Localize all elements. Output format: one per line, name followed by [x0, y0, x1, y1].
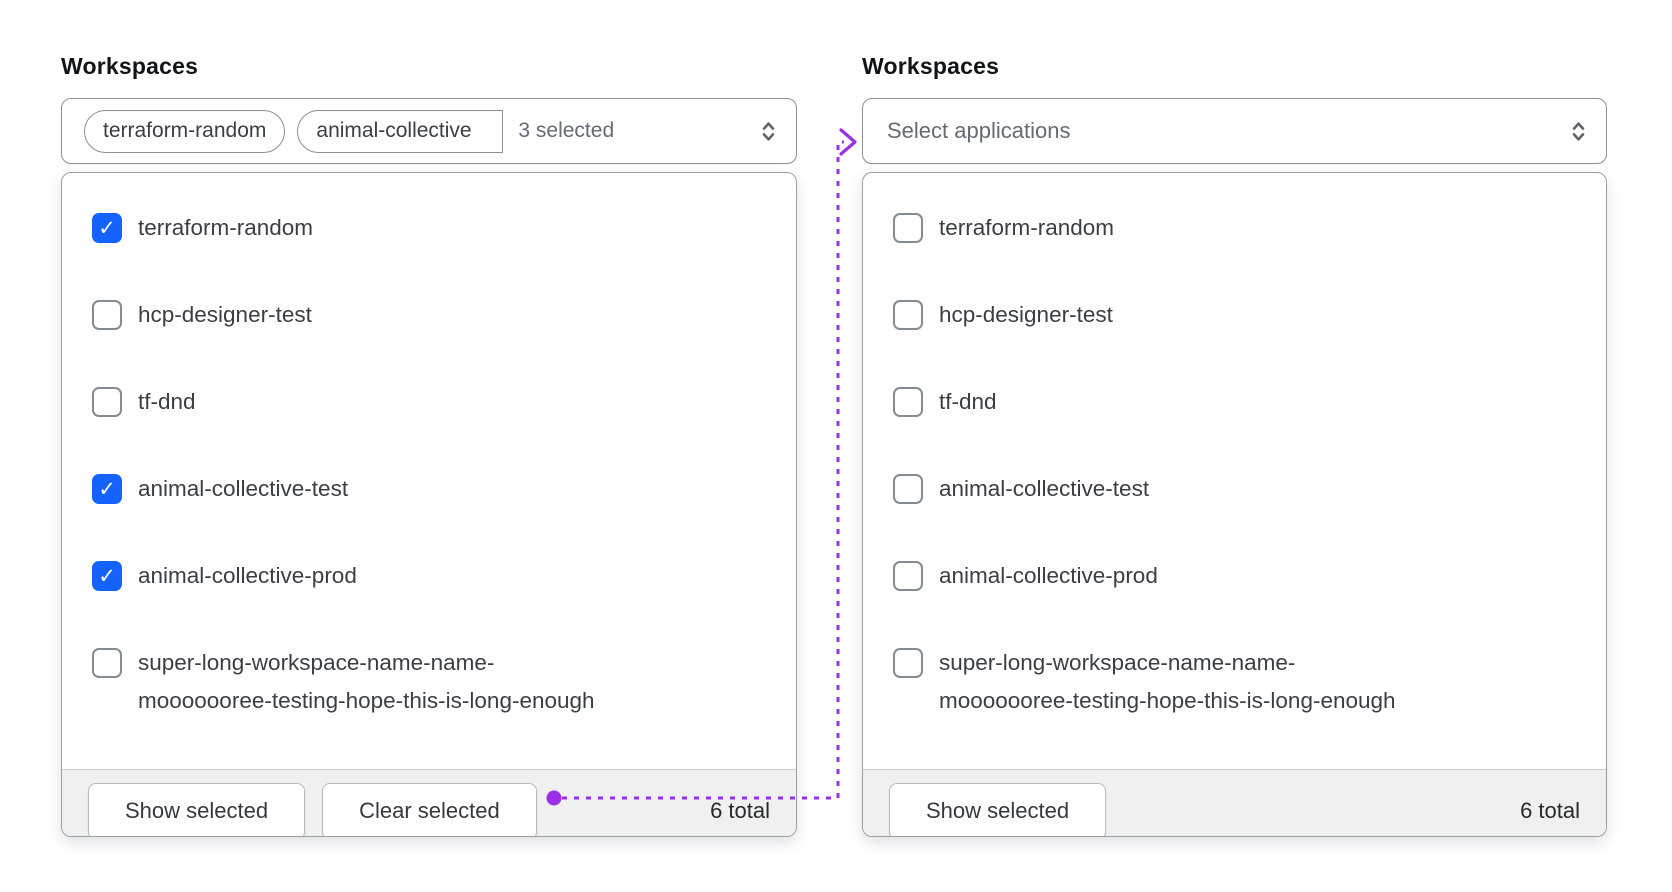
- option-label: super-long-workspace-name-name- moooooor…: [138, 644, 595, 720]
- workspaces-label: Workspaces: [61, 53, 199, 79]
- option-row[interactable]: super-long-workspace-name-name- moooooor…: [893, 644, 1578, 720]
- option-label: hcp-designer-test: [939, 302, 1113, 327]
- checkbox[interactable]: [893, 213, 923, 243]
- checkbox[interactable]: [92, 561, 122, 591]
- option-row[interactable]: animal-collective-test: [92, 470, 768, 508]
- option-label: super-long-workspace-name-name- moooooor…: [939, 644, 1396, 720]
- page-canvas: Workspaces terraform-random animal-colle…: [0, 0, 1672, 892]
- option-label: animal-collective-test: [939, 476, 1150, 501]
- checkbox[interactable]: [893, 387, 923, 417]
- right-multiselect-trigger[interactable]: Select applications: [862, 98, 1607, 164]
- multiselect-demos: Workspaces terraform-random animal-colle…: [61, 52, 1607, 837]
- right-options-list: terraform-random hcp-designer-test tf-dn…: [863, 173, 1606, 769]
- chevron-up-down-icon: [755, 118, 782, 145]
- option-row[interactable]: terraform-random: [92, 209, 768, 247]
- clear-selected-button[interactable]: Clear selected: [322, 782, 537, 836]
- option-row[interactable]: tf-dnd: [893, 383, 1578, 421]
- option-row[interactable]: hcp-designer-test: [92, 296, 768, 334]
- option-label: terraform-random: [939, 215, 1115, 240]
- checkbox[interactable]: [92, 474, 122, 504]
- checkbox[interactable]: [893, 561, 923, 591]
- checkbox[interactable]: [92, 387, 122, 417]
- tag-pill-animal-collective-truncated[interactable]: animal-collective: [297, 109, 504, 153]
- option-label-line1: super-long-workspace-name-name-: [939, 650, 1296, 675]
- checkbox[interactable]: [92, 213, 122, 243]
- total-count: 6 total: [1520, 798, 1580, 823]
- option-label: hcp-designer-test: [138, 302, 312, 327]
- option-row[interactable]: animal-collective-prod: [92, 557, 768, 595]
- option-label: tf-dnd: [939, 389, 997, 414]
- left-options-listbox: terraform-random hcp-designer-test tf-dn…: [61, 172, 797, 837]
- option-row[interactable]: hcp-designer-test: [893, 296, 1578, 334]
- left-multiselect-trigger[interactable]: terraform-random animal-collective 3 sel…: [61, 98, 797, 164]
- right-multiselect: Workspaces Select applications terraform…: [862, 52, 1607, 837]
- option-label: animal-collective-prod: [138, 563, 357, 588]
- chevron-up-down-icon: [1565, 118, 1592, 145]
- option-row[interactable]: animal-collective-test: [893, 470, 1578, 508]
- selected-count: 3 selected: [518, 119, 615, 142]
- right-options-listbox: terraform-random hcp-designer-test tf-dn…: [862, 172, 1607, 837]
- workspaces-label: Workspaces: [862, 53, 1000, 79]
- left-multiselect: Workspaces terraform-random animal-colle…: [61, 52, 797, 837]
- checkbox[interactable]: [893, 648, 923, 678]
- checkbox[interactable]: [893, 300, 923, 330]
- left-options-list: terraform-random hcp-designer-test tf-dn…: [62, 173, 796, 769]
- option-row[interactable]: animal-collective-prod: [893, 557, 1578, 595]
- total-count: 6 total: [710, 798, 770, 823]
- option-label: animal-collective-prod: [939, 563, 1158, 588]
- option-label-line1: super-long-workspace-name-name-: [138, 650, 495, 675]
- option-label: tf-dnd: [138, 389, 196, 414]
- option-label: animal-collective-test: [138, 476, 349, 501]
- tag-pill-terraform-random[interactable]: terraform-random: [84, 109, 286, 153]
- option-label-line2: mooooooree-testing-hope-this-is-long-eno…: [939, 688, 1396, 713]
- checkbox[interactable]: [92, 648, 122, 678]
- show-selected-button[interactable]: Show selected: [88, 782, 306, 836]
- checkbox[interactable]: [92, 300, 122, 330]
- option-row[interactable]: super-long-workspace-name-name- moooooor…: [92, 644, 768, 720]
- option-label: terraform-random: [138, 215, 314, 240]
- option-row[interactable]: terraform-random: [893, 209, 1578, 247]
- option-row[interactable]: tf-dnd: [92, 383, 768, 421]
- left-listbox-footer: Show selected Clear selected 6 total: [62, 769, 796, 836]
- right-listbox-footer: Show selected 6 total: [863, 769, 1606, 836]
- option-label-line2: mooooooree-testing-hope-this-is-long-eno…: [138, 688, 595, 713]
- select-placeholder: Select applications: [887, 118, 1071, 143]
- show-selected-button[interactable]: Show selected: [889, 782, 1107, 836]
- tag-pill-label: animal-collective: [316, 119, 472, 142]
- checkbox[interactable]: [893, 474, 923, 504]
